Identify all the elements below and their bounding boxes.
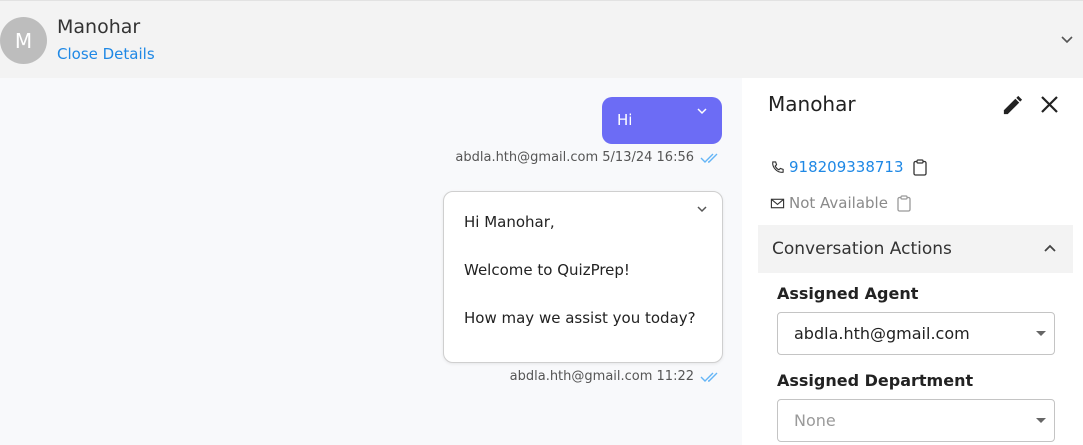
message-line: Hi Manohar, — [464, 213, 555, 231]
message-meta: abdla.hth@gmail.com 5/13/24 16:56 — [455, 150, 722, 165]
phone-icon — [772, 160, 784, 173]
avatar: M — [0, 17, 47, 64]
chevron-down-icon[interactable] — [696, 203, 708, 215]
double-check-icon — [700, 372, 718, 382]
close-details-link[interactable]: Close Details — [57, 45, 155, 63]
message-text: Hi — [617, 111, 633, 129]
message-line: Welcome to QuizPrep! — [464, 261, 630, 279]
assigned-department-value: None — [794, 411, 836, 430]
assigned-department-label: Assigned Department — [777, 371, 974, 390]
assigned-department-select[interactable]: None — [777, 399, 1055, 442]
clipboard-icon[interactable] — [897, 194, 911, 212]
assigned-agent-label: Assigned Agent — [777, 284, 919, 303]
chat-area: Hi abdla.hth@gmail.com 5/13/24 16:56 Hi … — [0, 78, 742, 445]
pencil-icon[interactable] — [1001, 94, 1024, 117]
chevron-up-icon[interactable] — [1043, 242, 1057, 256]
phone-number[interactable]: 918209338713 — [789, 158, 904, 176]
caret-down-icon — [1036, 418, 1046, 423]
email-address: Not Available — [789, 194, 888, 212]
double-check-icon — [700, 153, 718, 163]
conversation-header: M Manohar Close Details — [0, 0, 1083, 78]
mail-icon — [770, 198, 785, 208]
email-row: Not Available — [770, 194, 915, 212]
template-message-bubble[interactable]: Hi Manohar, Welcome to QuizPrep! How may… — [443, 191, 723, 363]
assigned-agent-select[interactable]: abdla.hth@gmail.com — [777, 312, 1055, 355]
caret-down-icon — [1036, 331, 1046, 336]
clipboard-icon[interactable] — [912, 158, 927, 176]
message-meta-text: abdla.hth@gmail.com 5/13/24 16:56 — [455, 150, 694, 165]
contact-details-panel: Manohar 918209338713 Not Available Conve… — [742, 78, 1083, 445]
phone-row: 918209338713 — [770, 158, 931, 176]
outgoing-message-bubble[interactable]: Hi — [602, 97, 722, 144]
message-meta-text: abdla.hth@gmail.com 11:22 — [509, 369, 694, 384]
conversation-actions-title: Conversation Actions — [772, 239, 952, 259]
chevron-down-icon[interactable] — [1059, 31, 1075, 47]
assigned-agent-value: abdla.hth@gmail.com — [794, 324, 970, 343]
chevron-down-icon[interactable] — [696, 105, 708, 117]
message-meta: abdla.hth@gmail.com 11:22 — [510, 369, 722, 384]
message-line: How may we assist you today? — [464, 309, 696, 327]
close-icon[interactable] — [1039, 94, 1060, 115]
contact-name: Manohar — [57, 16, 141, 38]
panel-contact-name: Manohar — [768, 92, 856, 116]
conversation-actions-header[interactable]: Conversation Actions — [758, 225, 1073, 273]
